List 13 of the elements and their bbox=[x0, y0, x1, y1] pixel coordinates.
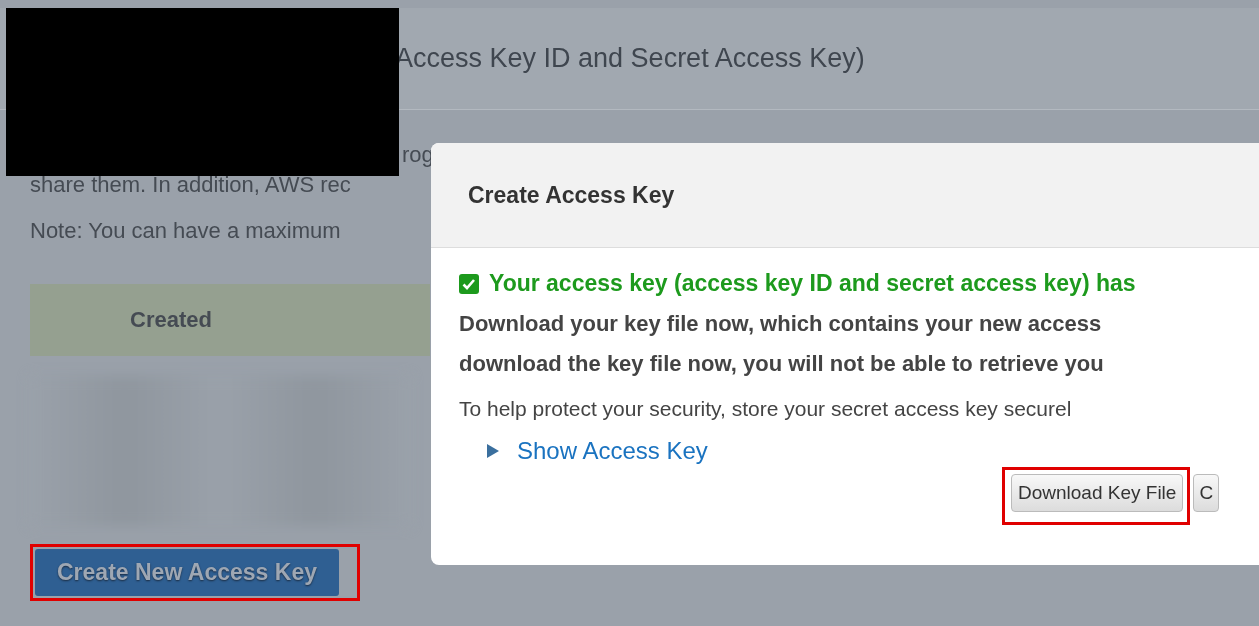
check-icon bbox=[459, 273, 479, 294]
dialog-button[interactable]: Download Key File bbox=[1011, 474, 1184, 512]
success-message: Your access key (access key ID and secret access key) has bbox=[489, 270, 1136, 297]
tip-text: To help protect your security, store your secret access key securel bbox=[459, 397, 1073, 421]
dialog-button[interactable]: C bbox=[1193, 474, 1220, 512]
warning-text: download the key file now, you will not be able to retrieve you bbox=[459, 351, 1105, 377]
column-header: Created bbox=[130, 307, 212, 333]
section-heading: Access Key ID and Secret Access Key) bbox=[395, 43, 865, 74]
warning-text: Download your key file now, which contains your new access bbox=[459, 311, 1103, 337]
dialog-title: Create Access Key bbox=[468, 181, 675, 209]
note-text: Note: You can have a maximum bbox=[30, 218, 341, 244]
intro-text: share them. In addition, AWS rec bbox=[30, 172, 351, 198]
show-key-toggle[interactable]: Show Access Key bbox=[487, 437, 708, 465]
